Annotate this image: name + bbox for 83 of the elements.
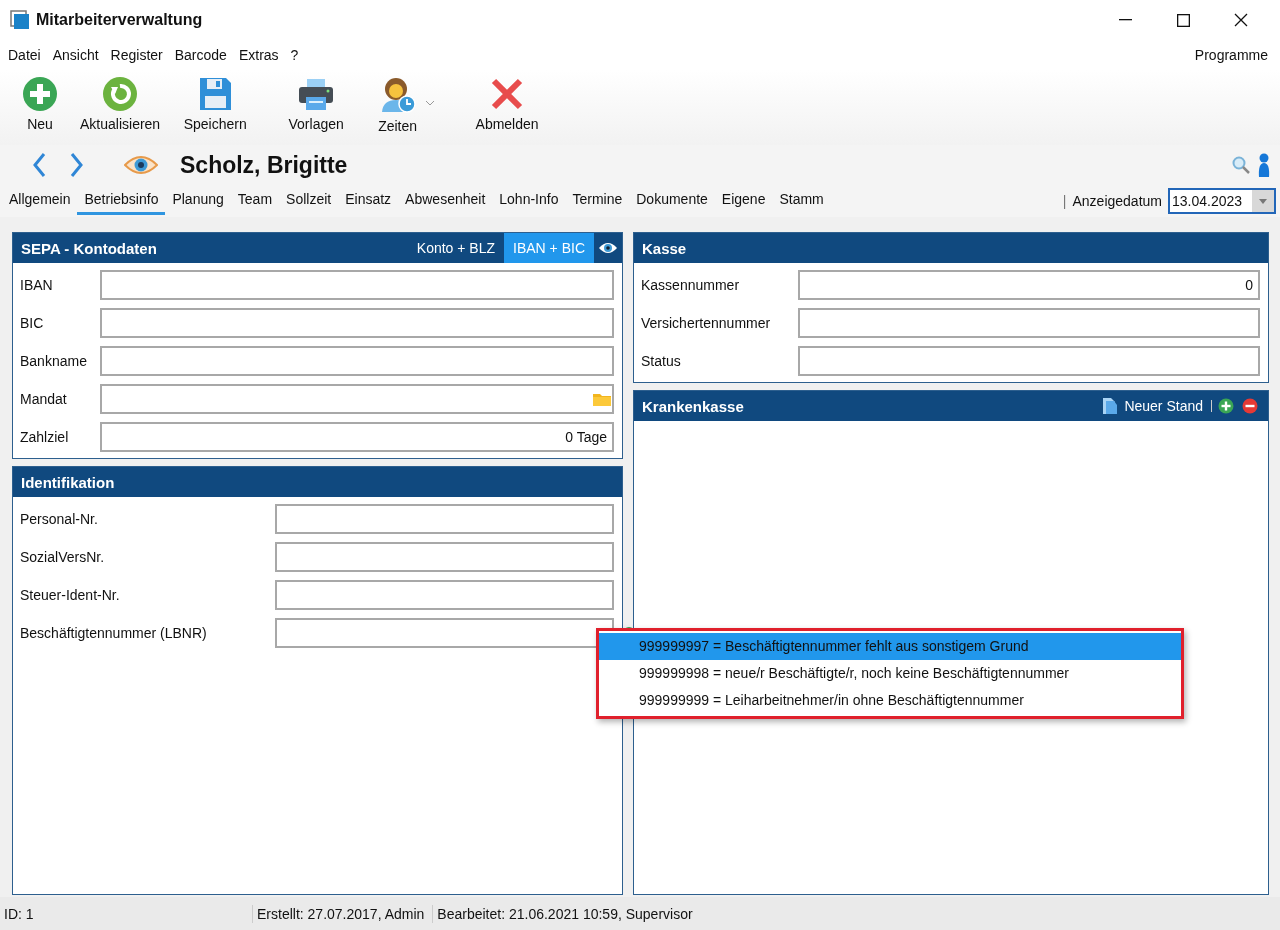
tab[interactable]: Dokumente [629, 185, 715, 215]
field-label: Personal-Nr. [20, 511, 99, 527]
minimize-icon [1118, 19, 1132, 21]
list-option[interactable]: 999999997 = Beschäftigtennummer fehlt aus sonstigem Grund [599, 633, 1181, 660]
minus-icon [1242, 398, 1258, 414]
input-field[interactable] [275, 618, 614, 648]
panel-title: Kasse [642, 239, 687, 257]
eye-icon [598, 241, 618, 255]
menu-item[interactable]: Ansicht [46, 44, 105, 66]
toolbar-button[interactable]: Zeiten [370, 70, 426, 140]
menu-item[interactable]: Extras [232, 44, 285, 66]
tab[interactable]: Lohn-Info [492, 185, 566, 215]
chevron-down-icon [425, 100, 436, 106]
back-icon [32, 152, 46, 178]
close-icon [1234, 13, 1248, 27]
status-text: Erstellt: 27.07.2017, Admin [253, 904, 434, 923]
menu-item[interactable]: Datei [2, 44, 47, 66]
field-label: Kassennummer [641, 277, 741, 293]
field-label: Mandat [20, 391, 68, 407]
input-field[interactable] [798, 346, 1260, 376]
toolbar-button[interactable]: Speichern [168, 70, 263, 140]
field-label: Status [641, 353, 682, 369]
plus-icon [1218, 398, 1234, 414]
input-field[interactable] [275, 504, 614, 534]
input-field[interactable]: 0 Tage [100, 422, 614, 452]
tab[interactable]: Einsatz [338, 185, 399, 215]
forward-icon [70, 152, 84, 178]
tab[interactable]: Termine [565, 185, 630, 215]
field-label: Versichertennummer [641, 315, 772, 331]
new-version-button[interactable]: Neuer Stand [1096, 397, 1209, 415]
search-icon [1232, 156, 1250, 174]
toolbar-button[interactable]: Aktualisieren [72, 70, 169, 140]
status-text: ID: 1 [0, 904, 253, 923]
panel-title: Krankenkasse [642, 397, 744, 415]
app-icon [10, 10, 30, 30]
mode-toggle[interactable]: Konto + BLZ [407, 233, 505, 263]
menu-item[interactable]: Register [104, 44, 169, 66]
menu-item[interactable]: Programme [1188, 44, 1278, 66]
toolbar-button[interactable]: Vorlagen [262, 70, 371, 140]
tab[interactable]: Sollzeit [279, 185, 339, 215]
status-text: Bearbeitet: 21.06.2021 10:59, Supervisor [436, 904, 694, 923]
input-field[interactable] [100, 346, 614, 376]
refresh-icon [102, 76, 139, 112]
input-field[interactable] [275, 580, 614, 610]
menu-item[interactable]: ? [284, 44, 305, 66]
window-title: Mitarbeiterverwaltung [36, 11, 204, 29]
field-label: BIC [20, 315, 45, 331]
tab[interactable]: Abwesenheit [398, 185, 493, 215]
tab[interactable]: Allgemein [2, 185, 78, 215]
printer-icon [297, 76, 336, 112]
tab[interactable]: Planung [165, 185, 231, 215]
toolbar-button[interactable]: Neu [8, 70, 72, 140]
document-icon [1102, 397, 1119, 415]
input-field[interactable] [100, 270, 614, 300]
person-icon [1256, 153, 1272, 177]
input-field[interactable]: 0 [798, 270, 1260, 300]
input-field[interactable] [100, 384, 614, 414]
maximize-icon [1176, 13, 1190, 27]
panel-title: Identifikation [21, 473, 115, 491]
tab[interactable]: Stamm [772, 185, 831, 215]
toolbar-button[interactable]: Abmelden [435, 70, 580, 140]
plus-icon [22, 76, 58, 112]
input-field[interactable] [798, 308, 1260, 338]
tab[interactable]: Team [230, 185, 280, 215]
field-label: Beschäftigtennummer (LBNR) [20, 625, 208, 641]
tab[interactable]: Betriebsinfo [77, 185, 166, 215]
field-label: Bankname [20, 353, 88, 369]
input-field[interactable] [275, 542, 614, 572]
eye-icon [124, 154, 158, 176]
field-label: SozialVersNr. [20, 549, 106, 565]
input-field[interactable] [100, 308, 614, 338]
field-label: Zahlziel [20, 429, 70, 445]
menu-item[interactable]: Barcode [168, 44, 233, 66]
field-label: Steuer-Ident-Nr. [20, 587, 121, 603]
list-option[interactable]: 999999998 = neue/r Beschäftigte/r, noch keine Beschäftigtennummer [599, 660, 1181, 687]
record-name: Scholz, Brigitte [180, 151, 348, 179]
panel-title: SEPA - Kontodaten [21, 239, 157, 257]
list-option[interactable]: 999999999 = Leiharbeitnehmer/in ohne Beschäftigtennummer [599, 687, 1181, 714]
date-label: Anzeigedatum [1072, 193, 1162, 209]
field-label: IBAN [20, 277, 54, 293]
tab[interactable]: Eigene [714, 185, 773, 215]
folder-icon [593, 392, 611, 406]
separator-mark: | [1062, 193, 1067, 209]
